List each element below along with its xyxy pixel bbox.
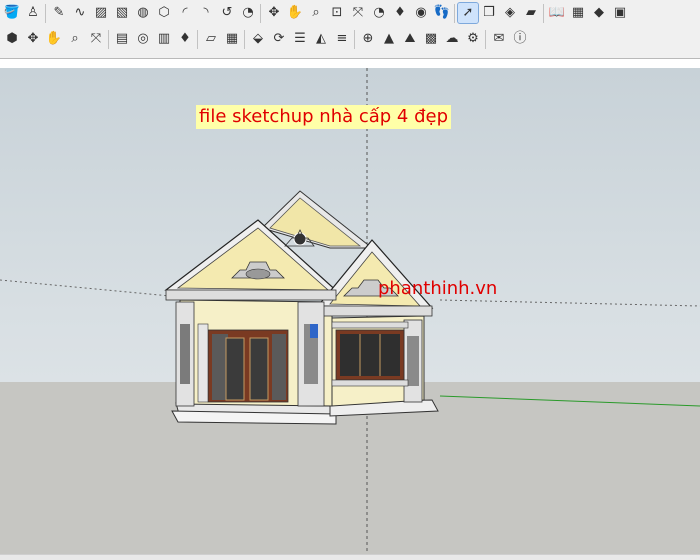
cloud-icon[interactable]: ☁ [442,29,462,49]
layers-stack-icon[interactable]: ☰ [290,29,310,49]
gear-icon[interactable]: ⚙ [463,29,483,49]
terrain-icon[interactable]: ⛰ [400,29,420,49]
toolbar-separator [108,30,109,49]
toolbar-row-2: ⬢ ✥ ✋ ⌕ ⤧ ▤ ◎ ▥ ♦ ▱ ▦ ⬙ ⟳ ☰ ◭ ≡ ⊕ ▲ ⛰ ▩ ☁ ⚙ ✉ ⓘ [0,27,700,53]
ruby-icon[interactable]: ♦ [175,29,195,49]
brick-wall-icon[interactable]: ▦ [222,29,242,49]
two-point-arc-icon[interactable]: ◝ [196,3,216,23]
get-models-icon[interactable]: ◎ [133,29,153,49]
eraser-icon[interactable]: ▰ [521,3,541,23]
toolbar-separator [485,30,486,49]
warehouse-icon[interactable]: ▤ [112,29,132,49]
three-point-arc-icon[interactable]: ↺ [217,3,237,23]
toolbar-separator [454,4,455,23]
zoom-extents-icon[interactable]: ⤧ [86,29,106,49]
toolbar-separator [543,4,544,23]
checker-sphere-icon[interactable]: ▩ [421,29,441,49]
info-icon[interactable]: ⓘ [510,29,530,49]
status-bar-edge [0,554,700,560]
pie-icon[interactable]: ◔ [238,3,258,23]
circle-icon[interactable]: ◍ [133,3,153,23]
previous-view-icon[interactable]: ◔ [369,3,389,23]
pan-icon[interactable]: ✋ [285,3,305,23]
toolbar-separator [244,30,245,49]
zoom-icon[interactable]: ⌕ [306,3,326,23]
photo-texture-icon[interactable]: ▣ [610,3,630,23]
paint-bucket-icon[interactable]: 🪣 [2,3,22,23]
rotated-rectangle-icon[interactable]: ▧ [112,3,132,23]
geo-location-icon[interactable]: ◆ [589,3,609,23]
rectangle-icon[interactable]: ▨ [91,3,111,23]
toolbar-separator [45,4,46,23]
pencil-icon[interactable]: ✎ [49,3,69,23]
polygon-icon[interactable]: ⬡ [154,3,174,23]
walk-icon[interactable]: 👣 [432,3,452,23]
person-icon[interactable]: ♙ [23,3,43,23]
map-icon[interactable]: ▦ [568,3,588,23]
layers-icon[interactable]: ⬢ [2,29,22,49]
red-axis-dashed [0,279,171,297]
freehand-icon[interactable]: ∿ [70,3,90,23]
toolbar-separator [354,30,355,49]
orbit-icon[interactable]: ✥ [23,29,43,49]
sandbox-icon[interactable]: ◭ [311,29,331,49]
watermark-text: phanthinh.vn [378,278,498,299]
orbit-icon[interactable]: ✥ [264,3,284,23]
book-icon[interactable]: 📖 [547,3,567,23]
toolbar-row-1: 🪣 ♙ ✎ ∿ ▨ ▧ ◍ ⬡ ◜ ◝ ↺ ◔ ✥ ✋ ⌕ ⊡ ⤧ ◔ ♦ ◉ 👣 ➚ ❒ ◈ ▰ 📖 ▦ ◆ ▣ [0,1,700,27]
add-icon[interactable]: ⊕ [358,29,378,49]
look-around-icon[interactable]: ◉ [411,3,431,23]
paint-icon[interactable]: ◈ [500,3,520,23]
toolbar-area: 🪣 ♙ ✎ ∿ ▨ ▧ ◍ ⬡ ◜ ◝ ↺ ◔ ✥ ✋ ⌕ ⊡ ⤧ ◔ ♦ ◉ 👣 ➚ ❒ ◈ ▰ 📖 ▦ ◆ ▣ ⬢ ✥ ✋ ⌕ ⤧ ▤ ◎ ▥ ♦ ▱… [0,0,700,59]
extension-warehouse-icon[interactable]: ⬙ [248,29,268,49]
styles-icon[interactable]: ≡ [332,29,352,49]
model-viewport[interactable]: file sketchup nhà cấp 4 đẹp phanthinh.vn [0,68,700,560]
select-icon[interactable]: ➚ [457,2,479,24]
toolbar-spacer [0,59,700,68]
green-axis-line [439,395,700,407]
sync-icon[interactable]: ⟳ [269,29,289,49]
tree-icon[interactable]: ▲ [379,29,399,49]
arc-icon[interactable]: ◜ [175,3,195,23]
make-component-icon[interactable]: ❒ [479,3,499,23]
zoom-window-icon[interactable]: ⊡ [327,3,347,23]
green-axis-dashed [439,299,700,307]
toolbar-separator [260,4,261,23]
mail-icon[interactable]: ✉ [489,29,509,49]
zoom-extents-icon[interactable]: ⤧ [348,3,368,23]
share-model-icon[interactable]: ▥ [154,29,174,49]
toolbar-separator [197,30,198,49]
zoom-icon[interactable]: ⌕ [65,29,85,49]
position-camera-icon[interactable]: ♦ [390,3,410,23]
pan-icon[interactable]: ✋ [44,29,64,49]
section-plane-icon[interactable]: ▱ [201,29,221,49]
title-label: file sketchup nhà cấp 4 đẹp [196,105,452,129]
house-model[interactable] [0,68,700,560]
